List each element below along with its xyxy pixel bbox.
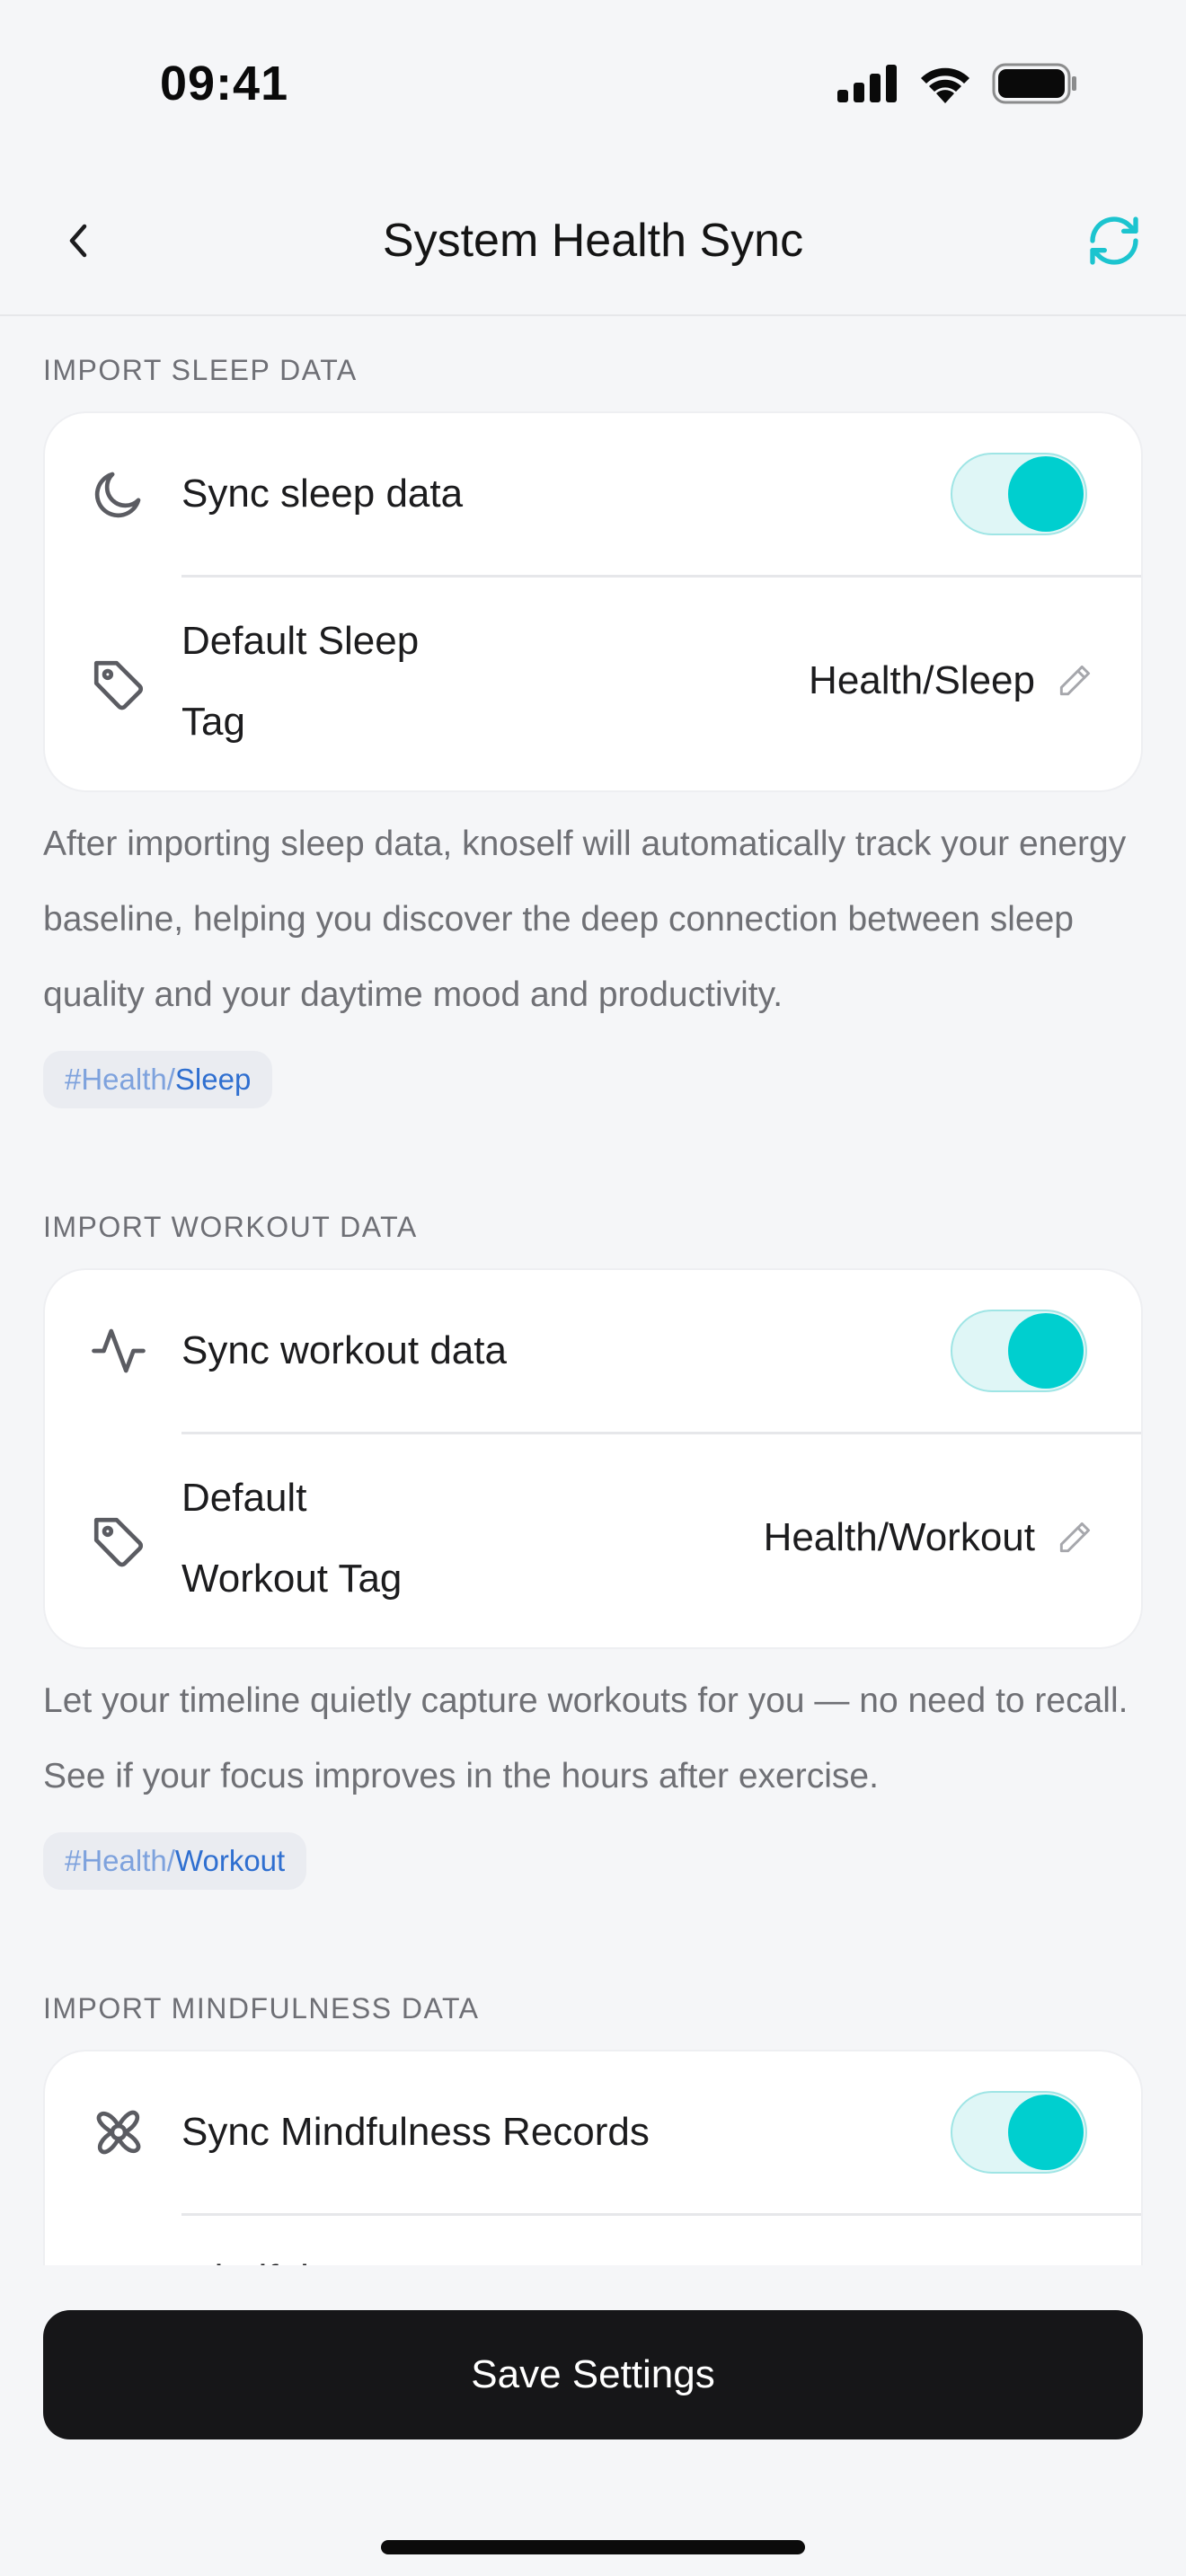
home-indicator [381, 2540, 805, 2554]
workout-tag-value[interactable]: Health/Workout [764, 1515, 1094, 1560]
sync-sleep-row: Sync sleep data [45, 413, 1141, 575]
mindfulness-tag-label-line1: Mindfulness [181, 2239, 393, 2265]
nav-header: System Health Sync [0, 171, 1186, 316]
sleep-tag-value[interactable]: Health/Sleep [809, 658, 1094, 703]
sync-workout-row: Sync workout data [45, 1270, 1141, 1432]
refresh-button[interactable] [1078, 205, 1150, 277]
toggle-knob [1008, 1313, 1084, 1389]
sleep-tag-label-line2: Tag [181, 700, 245, 744]
battery-icon [992, 63, 1076, 104]
sleep-tag-row[interactable]: Default Sleep Tag Health/Sleep [45, 578, 1141, 793]
sync-mindfulness-toggle[interactable] [951, 2091, 1087, 2174]
sync-sleep-label: Sync sleep data [181, 472, 464, 516]
workout-tag-text: Health/Workout [763, 1515, 1035, 1559]
workout-section-title: IMPORT WORKOUT DATA [43, 1211, 418, 1243]
status-bar: 09:41 [0, 0, 1186, 171]
wifi-icon [921, 67, 969, 103]
sync-mindfulness-row: Sync Mindfulness Records [45, 2051, 1141, 2213]
toggle-knob [1008, 2095, 1084, 2170]
mindfulness-tag-row[interactable]: Mindfulness [45, 2216, 1141, 2265]
sync-workout-label: Sync workout data [181, 1328, 507, 1372]
mindfulness-section-title: IMPORT MINDFULNESS DATA [43, 1992, 480, 2025]
mindfulness-settings-card: Sync Mindfulness Records Mindfulness [43, 2050, 1143, 2265]
save-settings-button[interactable]: Save Settings [43, 2310, 1143, 2439]
refresh-icon [1090, 216, 1138, 265]
flower-icon [88, 2102, 149, 2163]
sleep-settings-card: Sync sleep data Default Sleep Tag Health… [43, 411, 1143, 792]
chip-prefix: #Health/ [65, 1063, 175, 1096]
sync-mindfulness-label: Sync Mindfulness Records [181, 2110, 650, 2154]
workout-description: Let your timeline quietly capture workou… [43, 1681, 1128, 1795]
status-icons [837, 63, 1078, 104]
moon-icon [88, 463, 149, 525]
activity-icon [88, 1320, 149, 1381]
toggle-knob [1008, 456, 1084, 532]
workout-tag-label-line2: Workout Tag [181, 1557, 403, 1601]
cellular-signal-icon [837, 65, 897, 102]
sync-workout-toggle[interactable] [951, 1310, 1087, 1392]
sleep-tag-label-line1: Default Sleep [181, 619, 420, 663]
sleep-section-title: IMPORT SLEEP DATA [43, 354, 358, 386]
tag-icon [88, 1512, 149, 1573]
workout-tag-row[interactable]: Default Workout Tag Health/Workout [45, 1434, 1141, 1650]
workout-settings-card: Sync workout data Default Workout Tag He… [43, 1268, 1143, 1649]
workout-tag-chip[interactable]: #Health/Workout [43, 1832, 307, 1890]
pencil-icon [1059, 665, 1091, 696]
chip-prefix: #Health/ [65, 1844, 175, 1877]
workout-tag-label-line1: Default [181, 1476, 307, 1520]
pencil-icon [1059, 1522, 1091, 1553]
sleep-tag-text: Health/Sleep [809, 658, 1035, 702]
tag-icon [88, 655, 149, 716]
chip-suffix: Sleep [174, 1063, 252, 1096]
sleep-description: After importing sleep data, knoself will… [43, 825, 1127, 1014]
sleep-tag-chip[interactable]: #Health/Sleep [43, 1051, 273, 1108]
chip-suffix: Workout [174, 1844, 286, 1877]
settings-content[interactable]: IMPORT SLEEP DATA Sync sleep data Defaul… [0, 318, 1186, 2265]
screen: 09:41 System Health Sync IMPORT SLEEP DA… [0, 0, 1186, 2576]
sync-sleep-toggle[interactable] [951, 453, 1087, 535]
status-time: 09:41 [160, 57, 289, 110]
page-title: System Health Sync [382, 215, 804, 267]
